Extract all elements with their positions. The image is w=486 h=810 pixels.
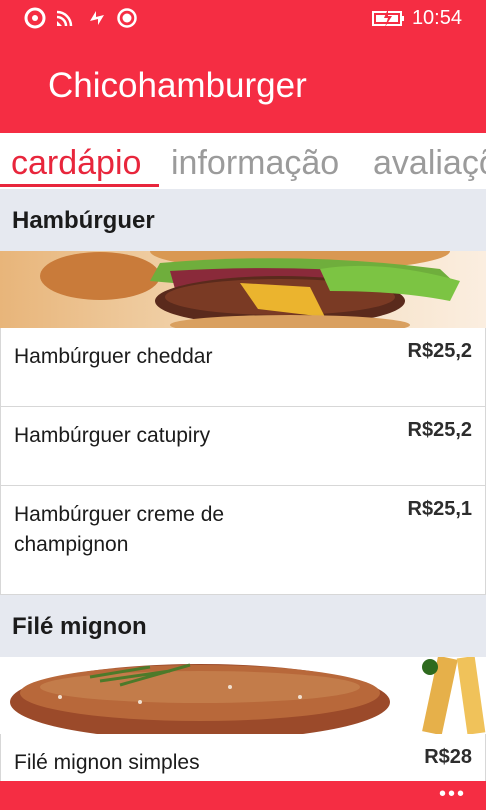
item-price: R$25,2 [407,340,473,362]
item-name: Filé mignon simples [14,751,200,774]
file-mignon-image [0,657,486,734]
menu-item[interactable]: Hambúrguer creme de champignon R$25,1 [0,486,486,595]
app-title: Chicohamburger [48,66,307,105]
item-price: R$25,2 [407,419,473,441]
clock: 10:54 [411,7,462,29]
status-bar: 10:54 [0,0,486,36]
active-tab-indicator [0,184,159,187]
item-name: Hambúrguer catupiry [14,424,211,447]
pivot-tabs: cardápio informação avaliaçõ [0,133,486,189]
menu-item[interactable]: Hambúrguer catupiry R$25,2 [0,407,486,486]
menu-item[interactable]: Hambúrguer cheddar R$25,2 [0,328,486,407]
menu-item[interactable]: Filé mignon simples R$28 [0,734,486,781]
app-header: 10:54 Chicohamburger [0,0,486,133]
location-icon [117,8,137,28]
section-title: Hambúrguer [12,207,155,234]
section-header-hamburguer: Hambúrguer [0,189,486,251]
more-options-button[interactable]: ••• [439,783,466,806]
hamburger-image [0,251,486,328]
section-title: Filé mignon [12,613,147,640]
wifi-icon [56,10,73,27]
item-price: R$28 [424,746,472,768]
tab-informacao[interactable]: informação [171,141,339,185]
app-bar: ••• [0,781,486,810]
section-header-file-mignon: Filé mignon [0,595,486,657]
menu-list[interactable]: Hambúrguer Hambúrguer cheddar R$25,2 Ham… [0,189,486,781]
tab-cardapio[interactable]: cardápio [11,141,141,185]
item-name: Hambúrguer cheddar [14,345,213,368]
tab-avaliacoes[interactable]: avaliaçõ [373,141,486,185]
item-price: R$25,1 [407,498,473,520]
item-name: Hambúrguer creme de champignon [14,503,225,556]
battery-charging-icon [372,9,404,27]
data-sync-icon [90,11,104,25]
signal-icon [24,7,46,29]
